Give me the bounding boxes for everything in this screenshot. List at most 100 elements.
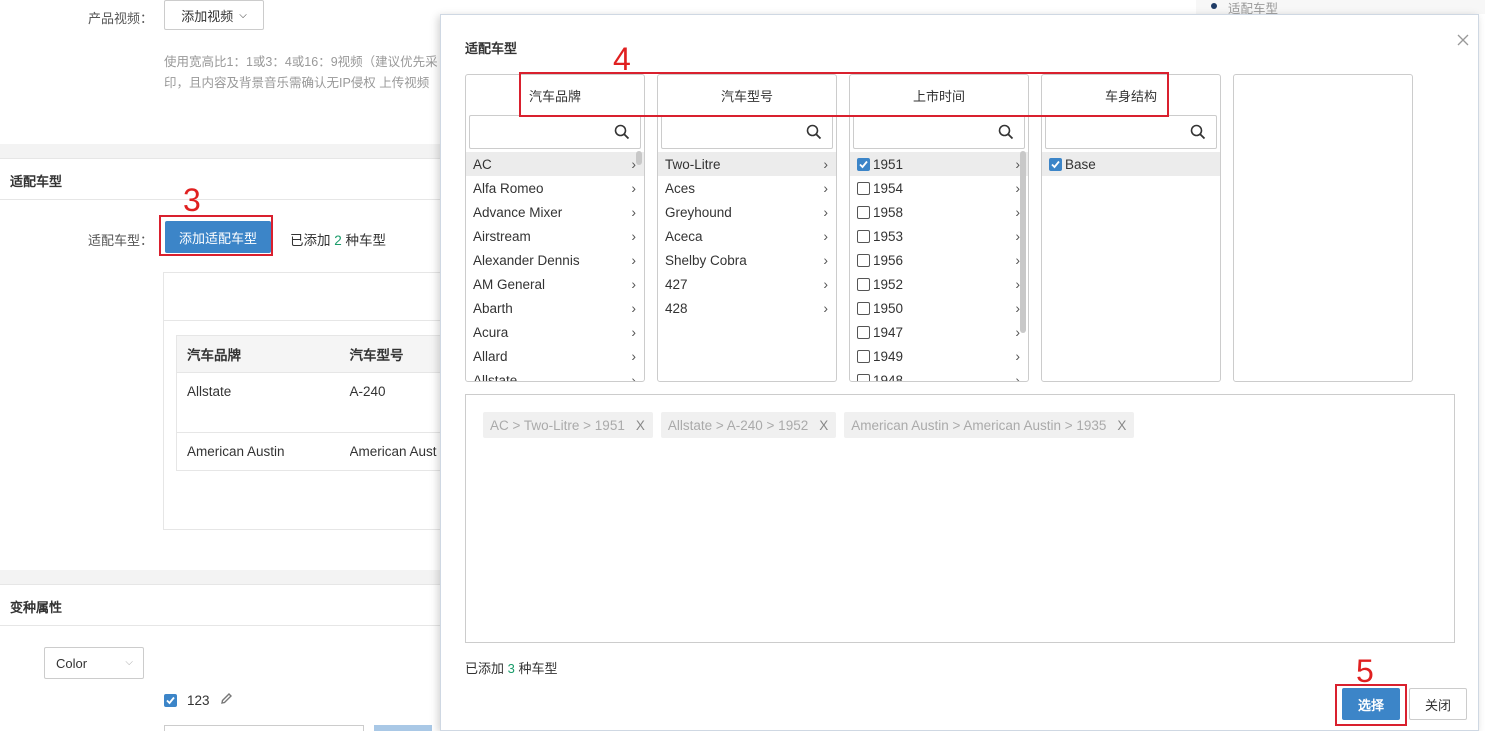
model-search-input[interactable] (661, 115, 833, 149)
body-column: 车身结构 Base (1041, 74, 1221, 382)
model-list-item[interactable]: Aces › (658, 176, 836, 200)
remove-tag-icon[interactable]: X (636, 418, 645, 433)
fit-table: 汽车品牌 汽车型号 Allstate A-240 American Austin… (176, 335, 441, 471)
model-item-label: Greyhound (665, 204, 732, 220)
chevron-right-icon: › (1015, 372, 1020, 382)
chevron-right-icon: › (631, 228, 636, 244)
edit-icon[interactable] (220, 692, 233, 708)
model-list-item[interactable]: Greyhound › (658, 200, 836, 224)
brand-item-label: Allstate (473, 372, 518, 382)
year-checkbox[interactable] (857, 181, 870, 195)
model-item-label: Aces (665, 180, 696, 196)
year-item-label: 1951 (873, 156, 904, 172)
right-nav: 适配车型 (1196, 0, 1485, 16)
year-list-item[interactable]: 1950 › (850, 296, 1028, 320)
year-list-item[interactable]: 1951 › (850, 152, 1028, 176)
body-search-input[interactable] (1045, 115, 1217, 149)
model-list-item[interactable]: Aceca › (658, 224, 836, 248)
year-scrollbar[interactable] (1020, 151, 1026, 333)
table-row: American Austin American Aust (176, 432, 441, 471)
year-item-label: 1953 (873, 228, 904, 244)
search-icon[interactable] (1190, 124, 1206, 140)
brand-item-label: Alfa Romeo (473, 180, 544, 196)
year-list-item[interactable]: 1953 › (850, 224, 1028, 248)
model-item-label: Shelby Cobra (665, 252, 747, 268)
selected-tags: AC > Two-Litre > 1951 X Allstate > A-240 >… (483, 412, 1142, 438)
annotation-box-4 (519, 72, 1169, 117)
variant-input[interactable] (164, 725, 364, 731)
color-select[interactable]: Color ⌵ (44, 647, 144, 679)
brand-list-item[interactable]: Abarth › (466, 296, 644, 320)
model-list-item[interactable]: Shelby Cobra › (658, 248, 836, 272)
brand-list-item[interactable]: Airstream › (466, 224, 644, 248)
chevron-right-icon: › (631, 180, 636, 196)
brand-list-item[interactable]: Advance Mixer › (466, 200, 644, 224)
year-checkbox[interactable] (857, 205, 870, 219)
variant-value: 123 (187, 692, 210, 708)
year-checkbox[interactable] (857, 301, 870, 315)
brand-item-label: Alexander Dennis (473, 252, 580, 268)
variant-checkbox[interactable] (164, 693, 177, 707)
year-checkbox[interactable] (857, 229, 870, 243)
year-list-item[interactable]: 1952 › (850, 272, 1028, 296)
brand-list-item[interactable]: Acura › (466, 320, 644, 344)
year-list-item[interactable]: 1949 › (850, 344, 1028, 368)
year-item-label: 1958 (873, 204, 904, 220)
year-item-label: 1952 (873, 276, 904, 292)
variant-section-title: 变种属性 (10, 600, 63, 615)
add-video-button[interactable]: 添加视频 ⌵ (164, 0, 264, 30)
model-item-label: Two-Litre (665, 156, 721, 172)
added-count: 2 (334, 233, 342, 248)
table-row: Allstate A-240 (176, 372, 441, 433)
dialog-title: 适配车型 (465, 41, 518, 56)
brand-list-item[interactable]: Alexander Dennis › (466, 248, 644, 272)
search-icon[interactable] (614, 124, 630, 140)
year-checkbox[interactable] (857, 325, 870, 339)
year-checkbox[interactable] (857, 253, 870, 267)
year-checkbox[interactable] (857, 277, 870, 291)
variant-add-button[interactable] (374, 725, 432, 731)
year-search-input[interactable] (853, 115, 1025, 149)
year-list-item[interactable]: 1954 › (850, 176, 1028, 200)
chevron-right-icon: › (823, 180, 828, 196)
year-list-item[interactable]: 1947 › (850, 320, 1028, 344)
year-list-item[interactable]: 1956 › (850, 248, 1028, 272)
model-list-item[interactable]: Two-Litre › (658, 152, 836, 176)
brand-item-label: AC (473, 156, 492, 172)
remove-tag-icon[interactable]: X (819, 418, 828, 433)
year-checkbox[interactable] (857, 349, 870, 363)
year-item-label: 1948 (873, 372, 904, 382)
brand-item-label: Acura (473, 324, 509, 340)
chevron-down-icon: ⌵ (125, 657, 133, 668)
brand-list-item[interactable]: Alfa Romeo › (466, 176, 644, 200)
brand-column: 汽车品牌 AC › Alfa Romeo › Advance Mixer › Airstre… (465, 74, 645, 382)
model-list: Two-Litre › Aces › Greyhound › Aceca › Shelby Co… (658, 152, 836, 320)
year-checkbox[interactable] (857, 373, 870, 381)
brand-scrollbar[interactable] (636, 151, 642, 165)
search-icon[interactable] (998, 124, 1014, 140)
brand-list-item[interactable]: Allard › (466, 344, 644, 368)
year-item-label: 1956 (873, 252, 904, 268)
remove-tag-icon[interactable]: X (1117, 418, 1126, 433)
year-list-item[interactable]: 1958 › (850, 200, 1028, 224)
model-list-item[interactable]: 428 › (658, 296, 836, 320)
close-button[interactable]: 关闭 (1409, 688, 1467, 720)
close-icon[interactable] (1456, 33, 1470, 50)
annotation-number-5: 5 (1356, 653, 1374, 689)
model-list-item[interactable]: 427 › (658, 272, 836, 296)
brand-list-item[interactable]: AM General › (466, 272, 644, 296)
brand-search-input[interactable] (469, 115, 641, 149)
annotation-box-3 (159, 215, 273, 256)
bullet-icon (1211, 3, 1217, 9)
year-checkbox[interactable] (857, 157, 870, 171)
body-list-item[interactable]: Base (1042, 152, 1220, 176)
brand-list-item[interactable]: Allstate › (466, 368, 644, 382)
brand-list-item[interactable]: AC › (466, 152, 644, 176)
year-list-item[interactable]: 1948 › (850, 368, 1028, 382)
selected-tag: Allstate > A-240 > 1952 X (660, 412, 837, 438)
search-icon[interactable] (806, 124, 822, 140)
variant-section-header: 变种属性 (0, 584, 440, 626)
section-separator (0, 144, 440, 158)
annotation-box-5 (1335, 684, 1407, 726)
body-checkbox[interactable] (1049, 157, 1062, 171)
